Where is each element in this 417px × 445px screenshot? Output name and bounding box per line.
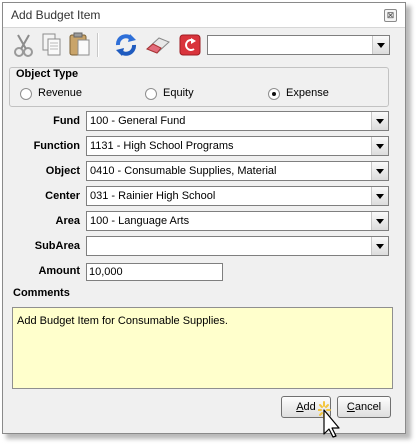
refresh-button[interactable] bbox=[113, 31, 139, 59]
amount-input[interactable]: 10,000 bbox=[86, 263, 223, 281]
close-icon: ⊠ bbox=[386, 10, 395, 20]
cancel-button-label: ancel bbox=[354, 401, 382, 413]
undo-button[interactable] bbox=[177, 31, 203, 59]
center-dropdown[interactable]: 031 - Rainier High School bbox=[86, 186, 389, 206]
chevron-down-icon[interactable] bbox=[371, 187, 388, 205]
chevron-down-icon[interactable] bbox=[371, 237, 388, 255]
mouse-cursor-icon bbox=[318, 401, 340, 438]
cancel-button-mnemonic: C bbox=[346, 401, 355, 413]
cut-button[interactable] bbox=[11, 31, 37, 59]
amount-label: Amount bbox=[38, 265, 80, 277]
object-type-legend: Object Type bbox=[14, 68, 81, 80]
area-dropdown[interactable]: 100 - Language Arts bbox=[86, 211, 389, 231]
fund-value: 100 - General Fund bbox=[90, 115, 186, 127]
close-button[interactable]: ⊠ bbox=[384, 9, 397, 22]
object-dropdown[interactable]: 0410 - Consumable Supplies, Material bbox=[86, 161, 389, 181]
comments-value: Add Budget Item for Consumable Supplies. bbox=[17, 315, 228, 327]
comments-textarea[interactable]: Add Budget Item for Consumable Supplies. bbox=[12, 307, 393, 389]
add-budget-item-dialog: Add Budget Item ⊠ Object Type Revenue Eq… bbox=[2, 2, 406, 434]
chevron-down-icon[interactable] bbox=[371, 162, 388, 180]
undo-icon bbox=[179, 34, 201, 56]
subarea-dropdown[interactable] bbox=[86, 236, 389, 256]
radio-label-expense: Expense bbox=[286, 87, 329, 99]
function-value: 1131 - High School Programs bbox=[90, 140, 234, 152]
toolbar-separator bbox=[97, 33, 99, 57]
toolbar-search-dropdown[interactable] bbox=[207, 35, 390, 55]
comments-label: Comments bbox=[13, 287, 70, 299]
dialog-title: Add Budget Item bbox=[11, 8, 101, 22]
center-value: 031 - Rainier High School bbox=[90, 190, 216, 202]
radio-dot-expense[interactable] bbox=[268, 88, 280, 100]
eraser-icon bbox=[146, 37, 170, 54]
object-label: Object bbox=[45, 165, 80, 177]
chevron-down-icon[interactable] bbox=[371, 112, 388, 130]
eraser-button[interactable] bbox=[143, 31, 170, 59]
paste-icon bbox=[69, 32, 90, 56]
paste-button[interactable] bbox=[67, 31, 93, 59]
function-dropdown[interactable]: 1131 - High School Programs bbox=[86, 136, 389, 156]
copy-button[interactable] bbox=[39, 31, 65, 59]
add-button-mnemonic: A bbox=[296, 401, 304, 413]
fund-dropdown[interactable]: 100 - General Fund bbox=[86, 111, 389, 131]
radio-label-equity: Equity bbox=[163, 87, 194, 99]
refresh-icon bbox=[116, 34, 136, 56]
subarea-label: SubArea bbox=[34, 240, 80, 252]
chevron-down-icon[interactable] bbox=[372, 36, 389, 54]
copy-icon bbox=[42, 33, 61, 56]
title-bar[interactable]: Add Budget Item ⊠ bbox=[3, 3, 405, 28]
amount-value: 10,000 bbox=[89, 266, 123, 278]
object-value: 0410 - Consumable Supplies, Material bbox=[90, 165, 277, 177]
cancel-button[interactable]: Cancel bbox=[337, 396, 391, 418]
function-label: Function bbox=[33, 140, 80, 152]
toolbar bbox=[9, 31, 393, 59]
chevron-down-icon[interactable] bbox=[371, 137, 388, 155]
fund-label: Fund bbox=[53, 115, 80, 127]
scissors-icon bbox=[14, 34, 33, 57]
center-label: Center bbox=[45, 190, 80, 202]
chevron-down-icon[interactable] bbox=[371, 212, 388, 230]
area-value: 100 - Language Arts bbox=[90, 215, 190, 227]
add-button-label: dd bbox=[303, 401, 316, 413]
radio-dot-equity[interactable] bbox=[145, 88, 157, 100]
area-label: Area bbox=[55, 215, 80, 227]
radio-dot-revenue[interactable] bbox=[20, 88, 32, 100]
radio-label-revenue: Revenue bbox=[38, 87, 83, 99]
